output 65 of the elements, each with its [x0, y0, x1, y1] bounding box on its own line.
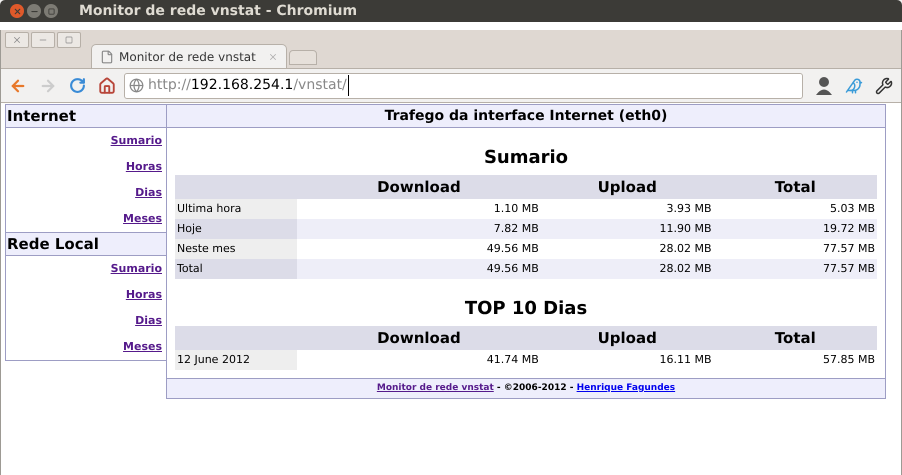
nav-link[interactable]: Horas: [126, 282, 162, 308]
maximize-icon: [65, 36, 73, 44]
close-icon: [12, 35, 22, 45]
close-icon[interactable]: [268, 52, 278, 62]
nav-link[interactable]: Dias: [135, 308, 162, 334]
close-button[interactable]: [5, 32, 29, 48]
back-icon[interactable]: [9, 76, 27, 94]
window-title: Monitor de rede vnstat - Chromium: [79, 2, 358, 20]
row-label: Hoje: [175, 219, 297, 239]
table-cell: 19.72 MB: [714, 219, 877, 239]
page-icon: [100, 50, 114, 64]
copyright-text: - ©2006-2012 -: [496, 382, 574, 395]
column-header: Upload: [540, 175, 714, 199]
section-header: Internet: [6, 104, 166, 128]
close-icon: [12, 6, 22, 16]
avatar-icon[interactable]: [815, 76, 833, 96]
table-cell: 7.82 MB: [297, 219, 541, 239]
globe-icon: [129, 78, 144, 93]
table-cell: 41.74 MB: [297, 350, 541, 370]
column-header: Total: [714, 326, 877, 350]
table-cell: 28.02 MB: [540, 259, 714, 279]
table-cell: 28.02 MB: [540, 239, 714, 259]
maximize-icon: [48, 8, 54, 14]
footer-link[interactable]: Monitor de rede vnstat: [376, 382, 494, 396]
reload-icon[interactable]: [69, 77, 86, 94]
close-button[interactable]: [10, 4, 24, 18]
row-label: Total: [175, 259, 297, 279]
bird-icon[interactable]: [845, 76, 863, 94]
maximize-button[interactable]: [57, 32, 81, 48]
wrench-icon[interactable]: [875, 76, 893, 94]
new-tab-button[interactable]: [289, 50, 317, 65]
column-header: Download: [297, 175, 541, 199]
minimize-button[interactable]: [27, 4, 41, 18]
browser-tab[interactable]: Monitor de rede vnstat: [91, 44, 287, 68]
table-cell: 49.56 MB: [297, 239, 541, 259]
table-cell: 5.03 MB: [714, 199, 877, 219]
table-title: Sumario: [484, 146, 568, 170]
row-label: Neste mes: [175, 239, 297, 259]
table-cell: 77.57 MB: [714, 259, 877, 279]
footer-link[interactable]: Henrique Fagundes: [576, 382, 676, 396]
table-cell: 11.90 MB: [540, 219, 714, 239]
table-cell: 1.10 MB: [297, 199, 541, 219]
table-cell: 77.57 MB: [714, 239, 877, 259]
address-field[interactable]: http://192.168.254.1/vnstat/: [124, 72, 803, 98]
main-header: Trafego da interface Internet (eth0): [167, 105, 885, 128]
section-header: Rede Local: [6, 232, 166, 256]
column-header: Total: [714, 175, 877, 199]
nav-link[interactable]: Dias: [135, 180, 162, 206]
nav-link[interactable]: Meses: [123, 334, 162, 360]
nav-link[interactable]: Meses: [123, 206, 162, 232]
nav-link[interactable]: Sumario: [110, 256, 162, 282]
column-header: Download: [297, 326, 541, 350]
maximize-button[interactable]: [44, 4, 58, 18]
nav-link[interactable]: Horas: [126, 154, 162, 180]
url-text: http://192.168.254.1/vnstat/: [148, 75, 349, 96]
column-header: Upload: [540, 326, 714, 350]
table-cell: 49.56 MB: [297, 259, 541, 279]
tab-title: Monitor de rede vnstat: [119, 48, 257, 66]
table-title: TOP 10 Dias: [464, 297, 588, 321]
row-label: Ultima hora: [175, 199, 297, 219]
table-cell: 3.93 MB: [540, 199, 714, 219]
minimize-button[interactable]: [31, 32, 55, 48]
home-icon[interactable]: [98, 76, 116, 94]
row-label: 12 June 2012: [175, 350, 297, 370]
nav-link[interactable]: Sumario: [110, 128, 162, 154]
